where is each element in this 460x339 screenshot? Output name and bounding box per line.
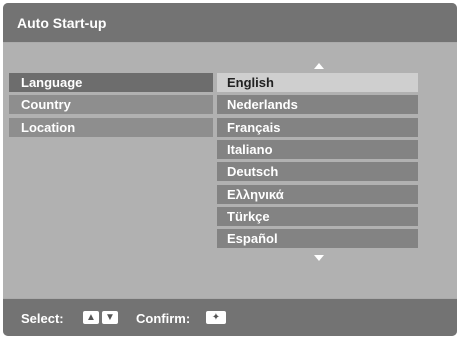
language-option-label: Ελληνικά bbox=[227, 187, 284, 202]
language-option-label: Italiano bbox=[227, 142, 273, 157]
language-option-label: English bbox=[227, 75, 274, 90]
header-bar: Auto Start-up bbox=[3, 3, 457, 42]
select-label: Select: bbox=[21, 311, 64, 326]
menu-item-label: Country bbox=[21, 97, 71, 112]
language-option-label: Türkçe bbox=[227, 209, 270, 224]
arrow-up-icon: ▲ bbox=[83, 311, 99, 324]
footer-bar: Select: ▲ ▼ Confirm: ✦ bbox=[3, 299, 457, 336]
language-option-nederlands[interactable]: Nederlands bbox=[217, 95, 418, 114]
language-option-label: Deutsch bbox=[227, 164, 279, 179]
arrow-down-icon: ▼ bbox=[102, 311, 118, 324]
page-title: Auto Start-up bbox=[17, 15, 107, 31]
language-option-italiano[interactable]: Italiano bbox=[217, 140, 418, 159]
language-option-deutsch[interactable]: Deutsch bbox=[217, 162, 418, 181]
confirm-center-icon: ✦ bbox=[206, 311, 226, 324]
scroll-down-icon[interactable] bbox=[314, 255, 324, 261]
menu-item-location[interactable]: Location bbox=[9, 118, 213, 137]
language-option-francais[interactable]: Français bbox=[217, 118, 418, 137]
language-option-english[interactable]: English bbox=[217, 73, 418, 92]
content-area: Language Country Location English Nederl… bbox=[3, 43, 457, 298]
language-option-turkce[interactable]: Türkçe bbox=[217, 207, 418, 226]
language-option-label: Français bbox=[227, 120, 281, 135]
scroll-up-icon[interactable] bbox=[314, 63, 324, 69]
confirm-label: Confirm: bbox=[136, 311, 191, 326]
menu-item-label: Language bbox=[21, 75, 83, 90]
language-option-label: Español bbox=[227, 231, 278, 246]
auto-startup-screen: Auto Start-up Language Country Location … bbox=[3, 3, 457, 336]
language-option-espanol[interactable]: Español bbox=[217, 229, 418, 248]
menu-item-language[interactable]: Language bbox=[9, 73, 213, 92]
menu-item-label: Location bbox=[21, 120, 76, 135]
language-option-greek[interactable]: Ελληνικά bbox=[217, 185, 418, 204]
language-option-label: Nederlands bbox=[227, 97, 298, 112]
menu-item-country[interactable]: Country bbox=[9, 95, 213, 114]
